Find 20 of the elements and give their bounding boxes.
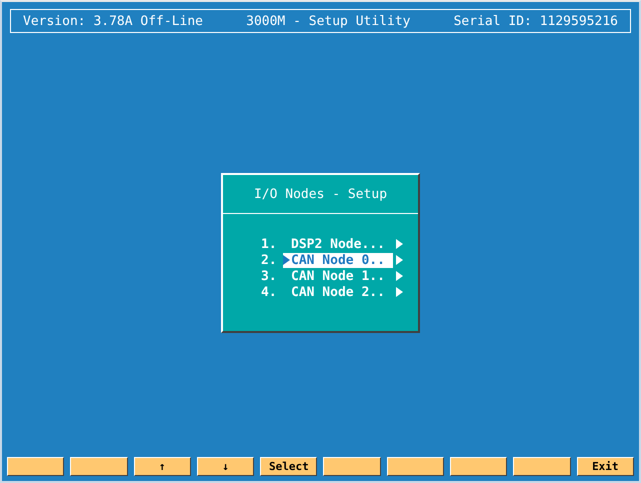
item-number: 2. xyxy=(261,252,278,268)
function-key[interactable]: Select xyxy=(260,457,318,476)
blank-function-key[interactable] xyxy=(450,457,508,476)
blank-function-key[interactable] xyxy=(323,457,381,476)
blank-function-key[interactable] xyxy=(513,457,571,476)
item-number: 4. xyxy=(261,284,278,300)
menu-item[interactable]: CAN Node 0.. xyxy=(283,252,393,268)
version-text: Version: 3.78A Off-Line xyxy=(23,14,204,28)
blank-function-key[interactable] xyxy=(7,457,64,476)
pointer-icon xyxy=(283,255,290,265)
blank-function-key[interactable] xyxy=(70,457,128,476)
blank-function-key[interactable] xyxy=(386,457,444,476)
app-title: 3000M - Setup Utility xyxy=(246,14,410,28)
item-number: 1. xyxy=(261,236,278,252)
function-key[interactable]: ↓ xyxy=(196,457,254,476)
dialog-title: I/O Nodes - Setup xyxy=(254,186,388,202)
function-key[interactable]: Exit xyxy=(576,457,634,476)
serial-text: Serial ID: 1129595216 xyxy=(454,14,618,28)
function-key[interactable]: ↑ xyxy=(134,457,191,476)
item-number: 3. xyxy=(261,268,278,284)
